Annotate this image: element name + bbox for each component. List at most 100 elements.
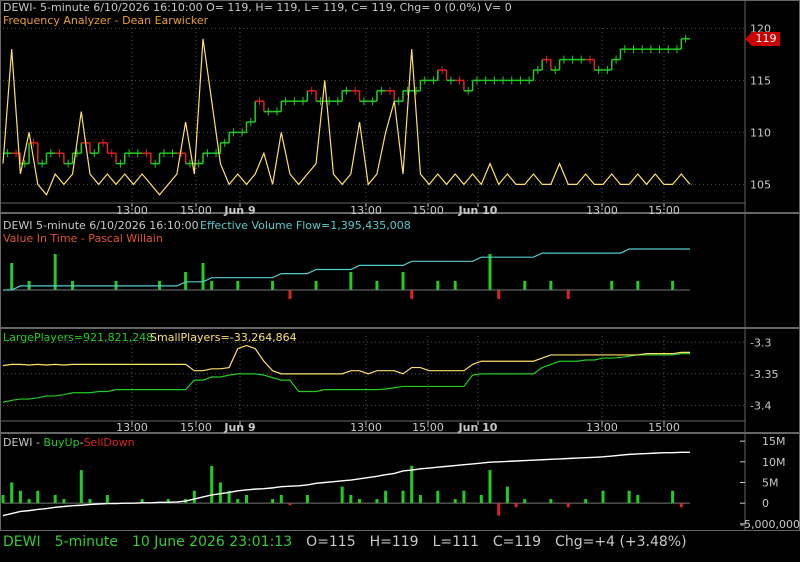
buyup-bar: [244, 494, 248, 504]
buyup-bar: [271, 499, 275, 504]
buyup-bar: [79, 470, 83, 504]
volume-bar: [436, 281, 440, 290]
buyup-bar: [462, 490, 466, 504]
buyup-bar: [453, 499, 457, 504]
buyup-bar: [62, 499, 66, 504]
cumulative-line: [2, 451, 690, 517]
buyup-bar: [18, 490, 22, 504]
volume-bar: [636, 281, 640, 290]
x-tick-label: 13:00: [350, 421, 382, 434]
buyup-bar: [1, 494, 5, 504]
buyup-bar: [401, 490, 405, 504]
buyup-bar: [436, 490, 440, 504]
last-price-tag: 119: [745, 32, 780, 46]
buyup-bar: [479, 494, 483, 504]
panel4-prefix: DEWI -: [3, 436, 44, 449]
volume-bar: [210, 281, 214, 290]
volume-bar: [410, 290, 414, 299]
x-tick-label: 15:00: [412, 204, 444, 217]
volume-bar: [184, 272, 188, 290]
buyup-bar: [53, 494, 57, 504]
x-tick-label: Jun 10: [458, 204, 498, 217]
buyup-bar: [601, 490, 605, 504]
status-interval: 5-minute: [54, 534, 118, 550]
x-tick-label: Jun 9: [223, 421, 255, 434]
selldown-bar: [514, 503, 518, 508]
large-players-line: [2, 353, 690, 403]
panel1-indicator-title: Frequency Analyzer - Dean Earwicker: [3, 14, 209, 27]
buyup-bar: [349, 494, 353, 504]
buyup-bar: [627, 490, 631, 504]
buyup-bar: [358, 499, 362, 504]
buyup-bar: [505, 486, 509, 504]
y-tick-label: -3.3: [750, 336, 771, 349]
buyup-bar: [27, 499, 31, 504]
y-tick-label: 110: [750, 126, 771, 139]
y-tick-label: 10M: [762, 456, 786, 469]
y-tick-label: 105: [750, 178, 771, 191]
x-tick-label: 15:00: [648, 421, 680, 434]
status-change: Chg=+4 (+3.48%): [555, 534, 687, 550]
volume-bar: [236, 281, 240, 290]
selldown-bar: [497, 503, 501, 516]
buyup-bar: [671, 490, 675, 504]
x-tick-label: 13:00: [586, 421, 618, 434]
buyup-bar: [36, 490, 40, 504]
volume-bar: [671, 281, 675, 290]
volume-bar: [349, 272, 353, 290]
effective-volume-flow-line: [3, 248, 690, 291]
buyup-bar: [192, 490, 196, 504]
panel1-header: DEWI- 5-minute 6/10/2026 16:10:00 O= 119…: [3, 1, 512, 14]
volume-bar: [375, 281, 379, 290]
buyup-bar: [88, 499, 92, 504]
chart-canvas[interactable]: 13:00 15:00 Jun 9 13:00 15:00 Jun 10 13:00 15:0…: [0, 0, 800, 562]
buyup-bar: [279, 494, 283, 504]
buyup-bar: [210, 465, 214, 504]
panel2-header: DEWI 5-minute 6/10/2026 16:10:00: [3, 219, 199, 232]
x-tick-label: 13:00: [116, 421, 148, 434]
panel2-indicator-title: Value In Time - Pascal Willain: [3, 232, 163, 245]
y-tick-label: 115: [750, 74, 771, 87]
y-tick-label: 5M: [762, 477, 779, 490]
x-tick-label: Jun 10: [458, 421, 498, 434]
buyup-bar: [410, 465, 414, 504]
panel-frame: [0, 328, 800, 433]
x-tick-label: 15:00: [180, 204, 212, 217]
buyup-bar: [418, 494, 422, 504]
selldown-bar: [288, 503, 292, 506]
x-tick-label: Jun 9: [223, 204, 255, 217]
frequency-analyzer-line: [2, 38, 691, 196]
status-datetime: 10 June 2026 23:01:13: [131, 534, 293, 550]
volume-bar: [314, 281, 318, 290]
selldown-bar: [566, 503, 570, 508]
status-symbol: DEWI: [3, 534, 41, 550]
buyup-bar: [305, 494, 309, 504]
x-tick-label: 15:00: [180, 421, 212, 434]
status-open: O=115: [306, 534, 356, 550]
buyup-bar: [105, 494, 109, 504]
buyup-bar: [523, 499, 527, 504]
buyup-bar: [10, 482, 14, 504]
status-bar: DEWI 5-minute 10 June 2026 23:01:13 O=115 H=…: [3, 534, 701, 550]
x-tick-label: 15:00: [648, 204, 680, 217]
buyup-bar: [340, 486, 344, 504]
volume-bar: [10, 263, 14, 290]
volume-bar: [453, 281, 457, 290]
large-players-label: LargePlayers=921,821,248: [3, 331, 154, 344]
y-tick-label: -3.4: [750, 399, 771, 412]
status-close: C=119: [492, 534, 542, 550]
volume-bar: [53, 254, 57, 290]
panel4-header: DEWI - BuyUp-SellDown: [3, 436, 135, 449]
volume-bar: [288, 290, 292, 299]
buyup-bar: [636, 494, 640, 504]
x-tick-label: 13:00: [116, 204, 148, 217]
buyup-bar: [236, 499, 240, 504]
y-tick-label: -3.35: [750, 368, 778, 381]
volume-bar: [497, 290, 501, 299]
volume-bar: [401, 272, 405, 290]
y-tick-label: 15M: [762, 435, 786, 448]
x-tick-label: 13:00: [350, 204, 382, 217]
small-players-label: SmallPlayers=-33,264,864: [150, 331, 297, 344]
volume-bar: [488, 254, 492, 290]
selldown-bar: [679, 503, 683, 508]
